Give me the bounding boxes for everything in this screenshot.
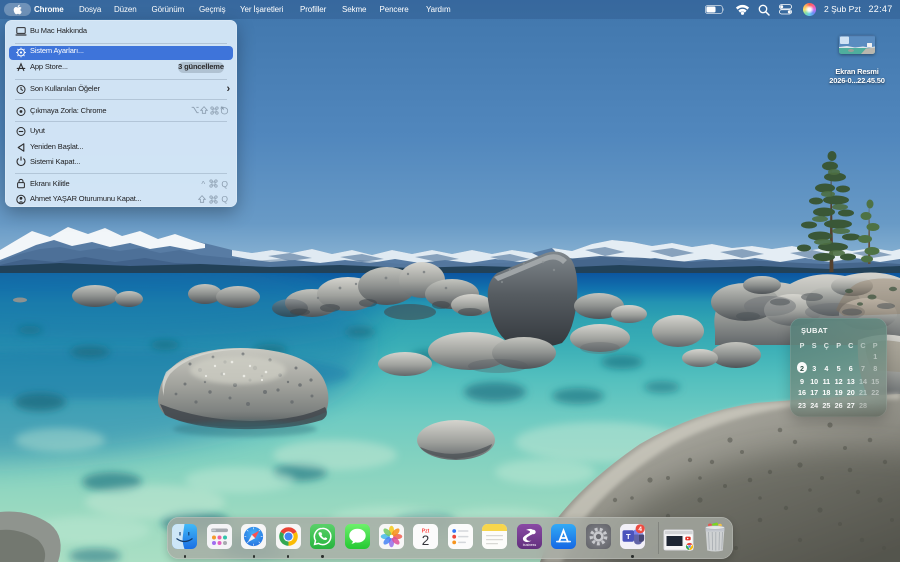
svg-text:2: 2 [422, 533, 430, 548]
svg-text:business: business [522, 543, 536, 547]
svg-text:4: 4 [638, 526, 642, 533]
svg-text:T: T [626, 532, 631, 541]
